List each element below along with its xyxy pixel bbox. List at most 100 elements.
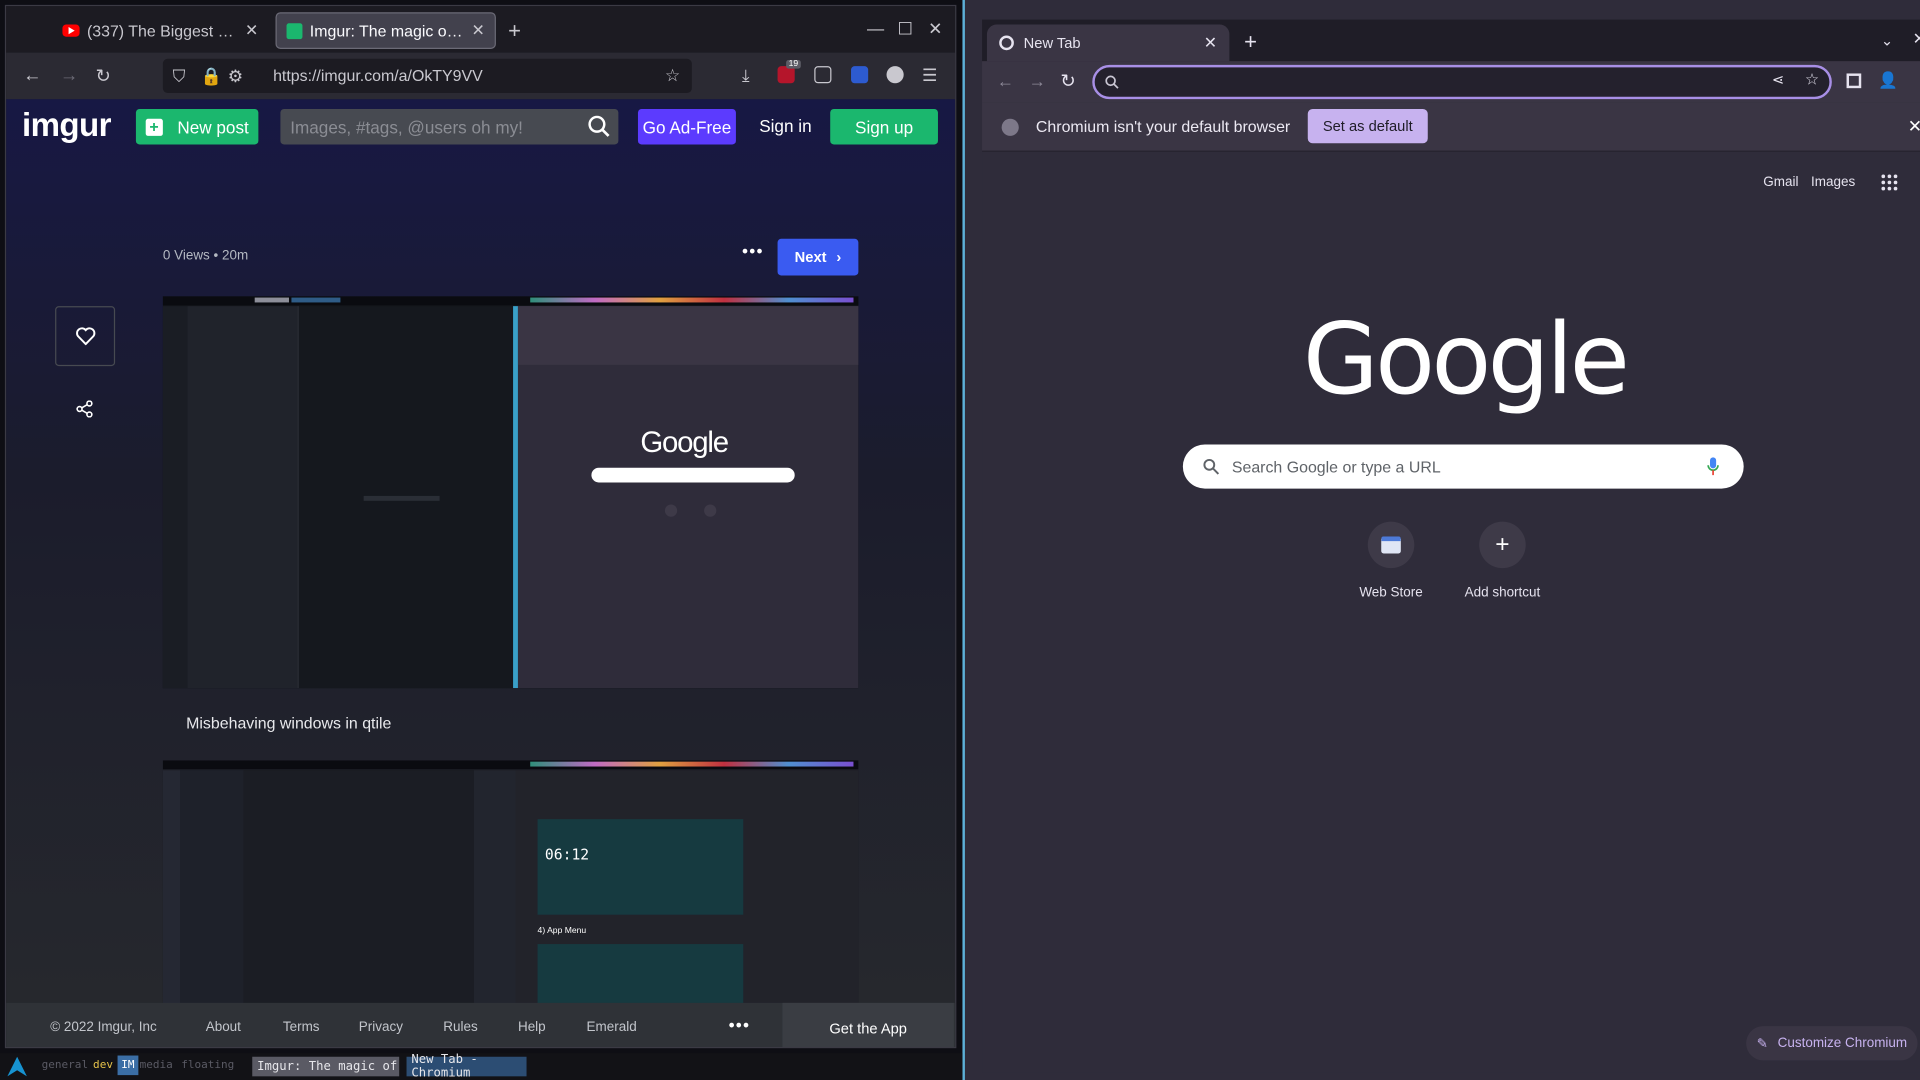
- shortcut-label: Web Store: [1359, 585, 1423, 601]
- forward-icon[interactable]: →: [1029, 71, 1046, 91]
- close-window-icon[interactable]: ✕: [1913, 29, 1920, 49]
- google-logo: Google: [1302, 302, 1630, 417]
- reload-icon[interactable]: ↻: [96, 65, 111, 87]
- reader-extension-icon[interactable]: [814, 66, 832, 84]
- chromium-tab-strip: New Tab ✕ + ⌄ ✕: [982, 19, 1920, 62]
- apps-grid-icon[interactable]: [1881, 174, 1898, 191]
- taskbar-window-chromium[interactable]: New Tab - Chromium: [406, 1053, 527, 1080]
- permissions-icon[interactable]: ⚙: [228, 66, 243, 87]
- taskbar-window-imgur[interactable]: Imgur: The magic of th…: [252, 1056, 400, 1077]
- url-bar[interactable]: ⛉ 🔒 ⚙ https://imgur.com/a/OkTY9VV ☆: [162, 58, 692, 94]
- gmail-link[interactable]: Gmail: [1763, 175, 1798, 190]
- customize-chromium-button[interactable]: ✎ Customize Chromium: [1746, 1026, 1918, 1061]
- side-panel-icon[interactable]: [1846, 73, 1862, 89]
- footer-link-terms[interactable]: Terms: [283, 1020, 320, 1035]
- share-icon[interactable]: [76, 400, 93, 418]
- imgur-favicon-icon: [286, 22, 303, 39]
- footer-link-about[interactable]: About: [206, 1020, 241, 1035]
- tab-new-tab[interactable]: New Tab ✕: [986, 24, 1230, 62]
- post-age: 20m: [222, 248, 249, 264]
- view-count: 0 Views: [162, 248, 210, 264]
- imgur-page: imgur + New post Go Ad-Free Sign in Sign…: [6, 99, 956, 1047]
- omnibox[interactable]: ⋖ ☆: [1092, 64, 1832, 100]
- new-post-button[interactable]: + New post: [135, 108, 259, 145]
- infobar-message: Chromium isn't your default browser: [1035, 117, 1291, 136]
- group-media[interactable]: media: [140, 1059, 173, 1071]
- set-as-default-button[interactable]: Set as default: [1307, 108, 1428, 144]
- plus-icon: +: [1479, 521, 1526, 569]
- search-icon: [1105, 75, 1119, 89]
- post-image-1[interactable]: Google: [162, 296, 859, 689]
- tab-title: (337) The Biggest Climate: [86, 21, 238, 40]
- footer-link-rules[interactable]: Rules: [443, 1020, 477, 1035]
- youtube-icon: [62, 24, 80, 37]
- shortcut-web-store[interactable]: Web Store: [1342, 521, 1440, 601]
- close-tab-icon[interactable]: ✕: [1204, 33, 1217, 53]
- more-options-icon[interactable]: •••: [742, 241, 764, 261]
- footer-more-icon[interactable]: •••: [729, 1015, 751, 1035]
- privacy-extension-icon[interactable]: [886, 66, 904, 84]
- ublock-icon[interactable]: [777, 66, 795, 84]
- plus-icon: +: [145, 118, 163, 136]
- next-button[interactable]: Next ›: [777, 238, 859, 276]
- reload-icon[interactable]: ↻: [1060, 70, 1075, 92]
- post-meta: 0 Views • 20m: [162, 248, 249, 264]
- microphone-icon[interactable]: [1707, 457, 1719, 477]
- favorite-button[interactable]: [55, 306, 116, 367]
- bookmark-star-icon[interactable]: ☆: [1805, 70, 1819, 90]
- new-tab-plus-icon[interactable]: +: [1244, 29, 1257, 55]
- imgur-search-input[interactable]: [290, 115, 572, 140]
- extension-badge: 19: [786, 60, 801, 69]
- imgur-logo[interactable]: imgur: [22, 107, 111, 145]
- post-image-2[interactable]: 06:12 4) App Menu: [162, 760, 859, 1006]
- minimize-icon[interactable]: —: [867, 18, 884, 38]
- imgur-search[interactable]: [280, 108, 619, 145]
- maximize-icon[interactable]: ☐: [898, 18, 913, 39]
- close-tab-icon[interactable]: ✕: [245, 21, 258, 41]
- share-icon[interactable]: ⋖: [1772, 71, 1784, 88]
- tab-imgur[interactable]: Imgur: The magic of the In ✕: [275, 12, 496, 49]
- close-infobar-icon[interactable]: ✕: [1908, 116, 1920, 137]
- profile-icon[interactable]: 👤: [1878, 71, 1898, 91]
- tab-search-chevron-icon[interactable]: ⌄: [1881, 32, 1893, 49]
- search-icon[interactable]: [587, 114, 611, 138]
- go-ad-free-button[interactable]: Go Ad-Free: [637, 108, 736, 145]
- search-icon: [1203, 458, 1220, 475]
- footer-link-help[interactable]: Help: [518, 1020, 546, 1035]
- sign-up-button[interactable]: Sign up: [830, 108, 938, 145]
- group-general[interactable]: general: [42, 1059, 88, 1071]
- images-link[interactable]: Images: [1811, 175, 1855, 190]
- group-floating[interactable]: floating: [181, 1059, 234, 1071]
- footer-link-privacy[interactable]: Privacy: [359, 1020, 403, 1035]
- back-icon[interactable]: ←: [997, 71, 1014, 91]
- pencil-icon: ✎: [1756, 1036, 1768, 1052]
- omnibox-input[interactable]: [1124, 71, 1761, 94]
- downloads-icon[interactable]: ⤓: [742, 65, 750, 86]
- google-search-input[interactable]: [1231, 455, 1673, 478]
- bookmark-star-icon[interactable]: ☆: [665, 65, 680, 86]
- get-the-app-button[interactable]: Get the App: [782, 1002, 954, 1047]
- chromium-window: New Tab ✕ + ⌄ ✕ ← → ↻ ⋖ ☆ 👤 ⋮: [962, 0, 1920, 1080]
- hamburger-menu-icon[interactable]: ☰: [922, 65, 937, 86]
- group-dev[interactable]: dev: [93, 1059, 113, 1071]
- default-browser-infobar: Chromium isn't your default browser Set …: [982, 102, 1920, 152]
- web-store-icon: [1367, 521, 1415, 569]
- tab-youtube[interactable]: (337) The Biggest Climate ✕: [53, 12, 269, 49]
- chromium-toolbar: ← → ↻ ⋖ ☆ 👤 ⋮: [982, 61, 1920, 103]
- url-text[interactable]: https://imgur.com/a/OkTY9VV: [273, 66, 483, 84]
- shield-icon[interactable]: ⛉: [173, 66, 186, 87]
- footer-link-emerald[interactable]: Emerald: [587, 1020, 637, 1035]
- group-im[interactable]: IM: [117, 1055, 139, 1076]
- close-tab-icon[interactable]: ✕: [472, 21, 485, 41]
- new-tab-plus-icon[interactable]: +: [508, 18, 521, 44]
- forward-icon[interactable]: →: [60, 65, 78, 86]
- lock-icon[interactable]: 🔒: [201, 66, 222, 87]
- google-search-box[interactable]: [1182, 444, 1744, 489]
- arch-logo-icon[interactable]: [7, 1056, 27, 1077]
- sign-in-link[interactable]: Sign in: [759, 116, 811, 136]
- kebab-menu-icon[interactable]: ⋮: [1913, 70, 1920, 91]
- back-icon[interactable]: ←: [23, 65, 41, 86]
- close-window-icon[interactable]: ✕: [928, 18, 942, 39]
- bitwarden-icon[interactable]: [851, 66, 869, 84]
- shortcut-add[interactable]: + Add shortcut: [1453, 521, 1551, 600]
